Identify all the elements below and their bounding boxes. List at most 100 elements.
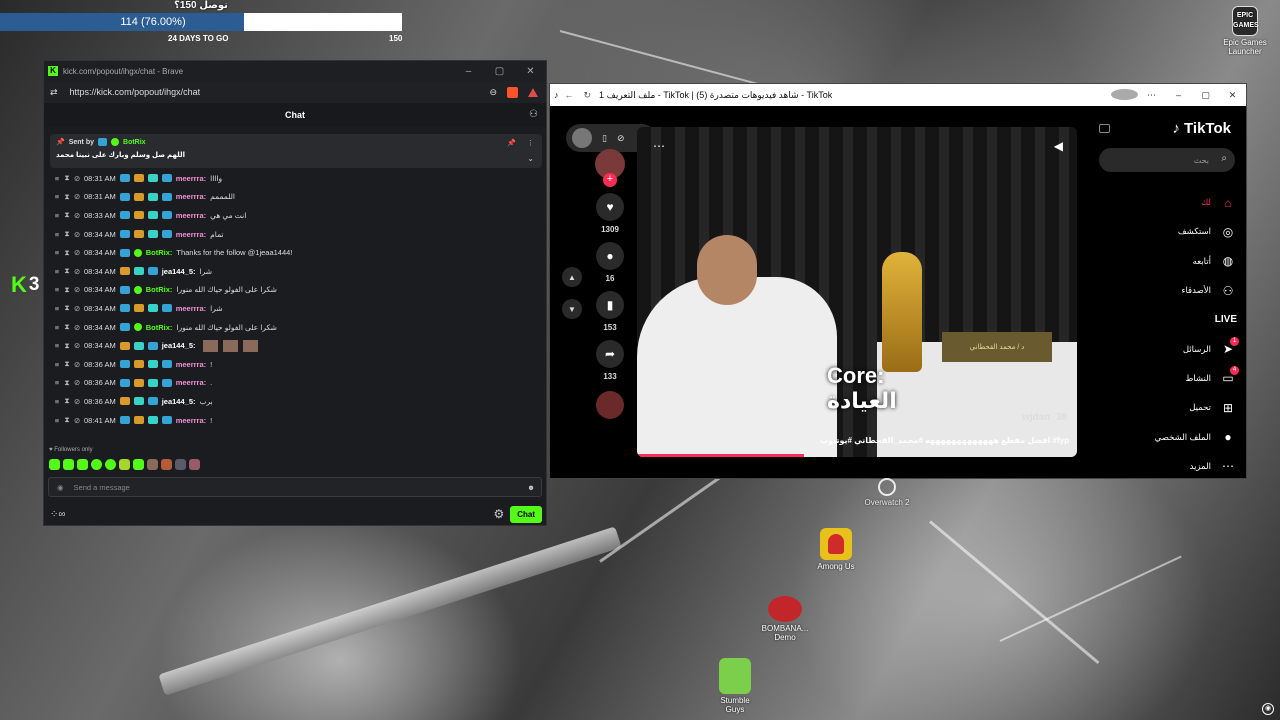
- menu-icon[interactable]: ≡: [54, 285, 60, 294]
- menu-icon[interactable]: ≡: [54, 378, 60, 387]
- search-icon[interactable]: ⌕: [1221, 153, 1227, 164]
- delete-icon[interactable]: ⊘: [74, 230, 80, 239]
- nav-item-activity[interactable]: النشاط ▭ 4: [1087, 364, 1239, 393]
- delete-icon[interactable]: ⊘: [74, 341, 80, 350]
- timeout-icon[interactable]: ⧗: [64, 341, 70, 351]
- message-username[interactable]: meerrra:: [176, 360, 206, 369]
- chat-message[interactable]: ≡ ⧗ ⊘ 08:34 AM meerrra: تمام: [54, 225, 534, 244]
- menu-icon[interactable]: ≡: [54, 397, 60, 406]
- comment-icon[interactable]: ●: [596, 242, 624, 270]
- search-input[interactable]: بحث ⌕: [1099, 148, 1235, 172]
- minimize-icon[interactable]: –: [1165, 90, 1192, 100]
- refresh-icon[interactable]: ↻: [584, 90, 592, 101]
- desktop-icon-overwatch[interactable]: Overwatch 2: [862, 478, 912, 507]
- emote-icon[interactable]: [175, 459, 186, 470]
- chat-message[interactable]: ≡ ⧗ ⊘ 08:33 AM meerrra: انت مي هي: [54, 206, 534, 225]
- timeout-icon[interactable]: ⧗: [64, 229, 70, 239]
- delete-icon[interactable]: ⊘: [74, 323, 80, 332]
- emote-icon[interactable]: [189, 459, 200, 470]
- chat-message[interactable]: ≡ ⧗ ⊘ 08:34 AM jea144_5:: [54, 336, 534, 355]
- nav-item-live[interactable]: LIVE: [1087, 305, 1237, 334]
- more-options-icon[interactable]: ⋯: [1138, 90, 1165, 101]
- desktop-icon-among-us[interactable]: Among Us: [812, 528, 860, 571]
- delete-icon[interactable]: ⊘: [74, 304, 80, 313]
- address-bar[interactable]: ⇄ https://kick.com/popout/ihgx/chat ⊖: [44, 81, 546, 103]
- video-player[interactable]: د / محمد القحطاني Core: العيادة wjdan_38…: [637, 127, 1077, 457]
- unpin-icon[interactable]: 📌: [507, 139, 516, 147]
- volume-icon[interactable]: ◀: [1054, 139, 1063, 153]
- desktop-icon-bombana[interactable]: BOMBANA... Demo: [758, 596, 812, 642]
- pinned-sender[interactable]: BotRix: [123, 139, 146, 146]
- desktop-icon-epic-games[interactable]: EPIC GAMES Epic Games Launcher: [1216, 6, 1274, 56]
- zoom-icon[interactable]: ⊖: [489, 87, 497, 98]
- emote-icon[interactable]: [119, 459, 130, 470]
- message-username[interactable]: jea144_5:: [162, 397, 196, 406]
- previous-video-icon[interactable]: ▲: [562, 267, 582, 287]
- autoscroll-icon[interactable]: ⊘: [617, 133, 625, 144]
- chat-message[interactable]: ≡ ⧗ ⊘ 08:41 AM meerrra:!: [54, 411, 534, 430]
- timeout-icon[interactable]: ⧗: [64, 192, 70, 202]
- tiktok-titlebar[interactable]: ♪ ← ↻ ملف التعريف 1 - TikTok | شاهد فيدي…: [550, 84, 1246, 106]
- menu-icon[interactable]: ≡: [54, 360, 60, 369]
- emote-icon[interactable]: [63, 459, 74, 470]
- message-username[interactable]: BotRix:: [146, 285, 173, 294]
- video-progress-bar[interactable]: [637, 454, 805, 457]
- message-username[interactable]: meerrra:: [176, 304, 206, 313]
- video-description[interactable]: افضل مقطع هههههههههههههه #محمد_القحطاني …: [820, 436, 1069, 445]
- chat-message[interactable]: ≡ ⧗ ⊘ 08:36 AM jea144_5: برب: [54, 392, 534, 411]
- timeout-icon[interactable]: ⧗: [64, 378, 70, 388]
- device-icon[interactable]: ▯: [602, 133, 607, 144]
- message-username[interactable]: meerrra:: [176, 416, 206, 425]
- chat-message[interactable]: ≡ ⧗ ⊘ 08:36 AM meerrra:!: [54, 355, 534, 374]
- points-icon[interactable]: ⁘∞: [50, 509, 66, 520]
- timeout-icon[interactable]: ⧗: [64, 415, 70, 425]
- music-disc-icon[interactable]: [596, 391, 624, 419]
- profile-icon[interactable]: [1111, 88, 1138, 102]
- menu-icon[interactable]: ≡: [54, 267, 60, 276]
- close-icon[interactable]: ✕: [1219, 90, 1246, 101]
- message-username[interactable]: BotRix:: [146, 248, 173, 257]
- chat-message[interactable]: ≡ ⧗ ⊘ 08:36 AM meerrra:.: [54, 374, 534, 393]
- delete-icon[interactable]: ⊘: [74, 378, 80, 387]
- maximize-icon[interactable]: ▢: [1192, 90, 1219, 101]
- delete-icon[interactable]: ⊘: [74, 267, 80, 276]
- brave-rewards-icon[interactable]: [528, 87, 538, 97]
- delete-icon[interactable]: ⊘: [74, 174, 80, 183]
- maximize-icon[interactable]: ▢: [484, 66, 515, 77]
- nav-item-messages[interactable]: الرسائل ➤ 1: [1087, 334, 1239, 363]
- close-icon[interactable]: ✕: [515, 66, 546, 77]
- nav-item-upload[interactable]: تحميل ⊞: [1087, 393, 1237, 422]
- bookmark-icon[interactable]: ▮: [596, 291, 624, 319]
- chat-message[interactable]: ≡ ⧗ ⊘ 08:31 AM meerrra: واااا: [54, 169, 534, 188]
- creator-avatar[interactable]: +: [595, 149, 625, 187]
- message-username[interactable]: meerrra:: [176, 174, 206, 183]
- share-action[interactable]: ➦ 133: [596, 340, 624, 381]
- url-text[interactable]: https://kick.com/popout/ihgx/chat: [70, 87, 201, 97]
- brave-shields-icon[interactable]: [507, 86, 518, 98]
- emoji-picker-icon[interactable]: ☻: [527, 483, 535, 492]
- delete-icon[interactable]: ⊘: [74, 248, 80, 257]
- emote-icon[interactable]: [147, 459, 158, 470]
- message-input[interactable]: ◉ Send a message ☻: [48, 477, 542, 497]
- collapse-sidebar-icon[interactable]: [1099, 124, 1110, 133]
- menu-icon[interactable]: ≡: [54, 341, 60, 350]
- send-chat-button[interactable]: Chat: [510, 505, 542, 523]
- timeout-icon[interactable]: ⧗: [64, 285, 70, 295]
- timeout-icon[interactable]: ⧗: [64, 248, 70, 258]
- chat-message[interactable]: ≡ ⧗ ⊘ 08:34 AM meerrra: شرا: [54, 299, 534, 318]
- video-more-icon[interactable]: ⋯: [653, 139, 665, 153]
- back-icon[interactable]: ←: [565, 90, 574, 101]
- menu-icon[interactable]: ≡: [54, 304, 60, 313]
- emote-icon[interactable]: [77, 459, 88, 470]
- video-author-handle[interactable]: wjdan_38: [1022, 412, 1067, 423]
- nav-item-profile-avatar[interactable]: الملف الشخصي ●: [1087, 422, 1237, 451]
- nav-item-more[interactable]: المزيد ⋯: [1087, 452, 1237, 481]
- pinned-menu-icon[interactable]: ⋮: [527, 139, 534, 147]
- nav-item-following-avatar[interactable]: أتابعه ◍: [1087, 247, 1237, 276]
- menu-icon[interactable]: ≡: [54, 211, 60, 220]
- message-username[interactable]: jea144_5:: [162, 267, 196, 276]
- timeout-icon[interactable]: ⧗: [64, 396, 70, 406]
- chat-message[interactable]: ≡ ⧗ ⊘ 08:31 AM meerrra: اللمممم: [54, 188, 534, 207]
- timeout-icon[interactable]: ⧗: [64, 266, 70, 276]
- emote-icon[interactable]: [161, 459, 172, 470]
